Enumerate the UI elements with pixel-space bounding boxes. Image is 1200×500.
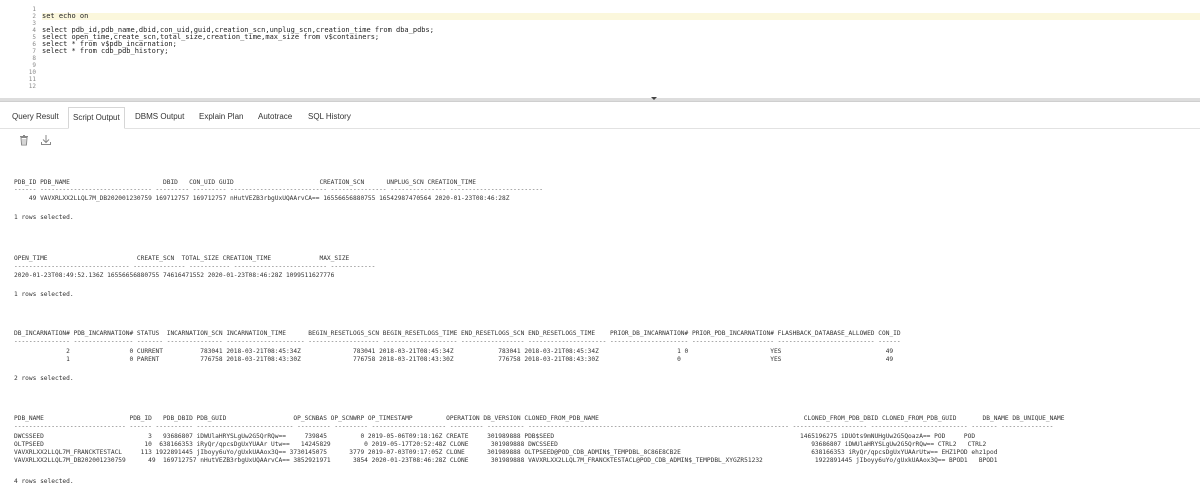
tab-dbms-output[interactable]: DBMS Output <box>131 107 188 127</box>
query4-row: VAVXRLXX2LLQL7M_FRANCKTESTACL 113 192289… <box>14 449 998 456</box>
query2-row: 2020-01-23T08:49:52.136Z 16556656880755 … <box>14 272 335 279</box>
line-number: 5 <box>32 34 36 41</box>
code-line[interactable] <box>42 6 1200 13</box>
code-line[interactable] <box>42 69 1200 76</box>
code-line[interactable] <box>42 83 1200 90</box>
line-number: 8 <box>32 55 36 62</box>
output-toolbar <box>0 130 1200 150</box>
line-number-gutter: 1 2 3 4 5 6 7 8 9 10 11 12 <box>0 6 36 90</box>
line-number: 11 <box>28 76 36 83</box>
sql-editor[interactable]: 1 2 3 4 5 6 7 8 9 10 11 12 set echo on s… <box>0 0 1200 98</box>
query4-row: OLTPSEED 10 638166353 iRyQr/qpcsDgUxYUAA… <box>14 441 987 448</box>
line-number: 10 <box>28 69 36 76</box>
query4-row: DWCSSEED 3 93686807 iDWUlaHRYSLgUw2G5QrR… <box>14 433 976 440</box>
line-number: 6 <box>32 41 36 48</box>
tab-query-result[interactable]: Query Result <box>8 107 63 127</box>
query1-header: PDB_ID PDB_NAME DBID CON_UID GUID CREATI… <box>14 179 476 186</box>
code-area[interactable]: set echo on select pdb_id,pdb_name,dbid,… <box>42 6 1200 90</box>
line-number: 1 <box>32 6 36 13</box>
line-number: 3 <box>32 20 36 27</box>
query1-row: 49 VAVXRLXX2LLQL7M_DB202001230759 169712… <box>14 195 510 202</box>
code-line[interactable]: select * from v$pdb_incarnation; <box>42 41 1200 48</box>
query3-status: 2 rows selected. <box>14 375 74 382</box>
code-line[interactable]: select open_time,create_scn,total_size,c… <box>42 34 1200 41</box>
code-line[interactable] <box>42 55 1200 62</box>
query4-separator: ------------------------------ ------ --… <box>14 423 1054 430</box>
output-tabs: Query Result Script Output DBMS Output E… <box>0 104 1200 129</box>
query4-header: PDB_NAME PDB_ID PDB_DBID PDB_GUID OP_SCN… <box>14 415 1065 422</box>
line-number: 2 <box>32 13 36 20</box>
query3-separator: --------------- ---------------- -------… <box>14 338 901 345</box>
query3-row: 2 0 CURRENT 783041 2018-03-21T08:45:34Z … <box>14 348 894 355</box>
download-icon[interactable] <box>40 134 52 146</box>
collapse-arrow-icon[interactable] <box>651 97 657 100</box>
tab-explain-plan[interactable]: Explain Plan <box>195 107 247 127</box>
line-number: 7 <box>32 48 36 55</box>
pane-splitter[interactable] <box>0 98 1200 102</box>
code-line[interactable] <box>42 62 1200 69</box>
query1-status: 1 rows selected. <box>14 214 74 221</box>
line-number: 12 <box>28 83 36 90</box>
query2-header: OPEN_TIME CREATE_SCN TOTAL_SIZE CREATION… <box>14 255 350 262</box>
code-line[interactable]: select * from cdb_pdb_history; <box>42 48 1200 55</box>
query3-header: DB_INCARNATION# PDB_INCARNATION# STATUS … <box>14 330 901 337</box>
query2-separator: ------------------------------- --------… <box>14 263 376 270</box>
query1-separator: ------ ------------------------------ --… <box>14 186 543 193</box>
code-line-current[interactable]: set echo on <box>42 13 1200 20</box>
line-number: 9 <box>32 62 36 69</box>
query4-status: 4 rows selected. <box>14 478 74 485</box>
tab-script-output[interactable]: Script Output <box>68 107 125 129</box>
tab-sql-history[interactable]: SQL History <box>304 107 355 127</box>
query4-row: VAVXRLXX2LLQL7M_DB202001230759 49 169712… <box>14 457 998 464</box>
code-line[interactable] <box>42 76 1200 83</box>
line-number: 4 <box>32 27 36 34</box>
tab-autotrace[interactable]: Autotrace <box>254 107 296 127</box>
query2-status: 1 rows selected. <box>14 291 74 298</box>
trash-icon[interactable] <box>18 134 30 146</box>
query3-row: 1 0 PARENT 776758 2018-03-21T08:43:30Z 7… <box>14 356 894 363</box>
